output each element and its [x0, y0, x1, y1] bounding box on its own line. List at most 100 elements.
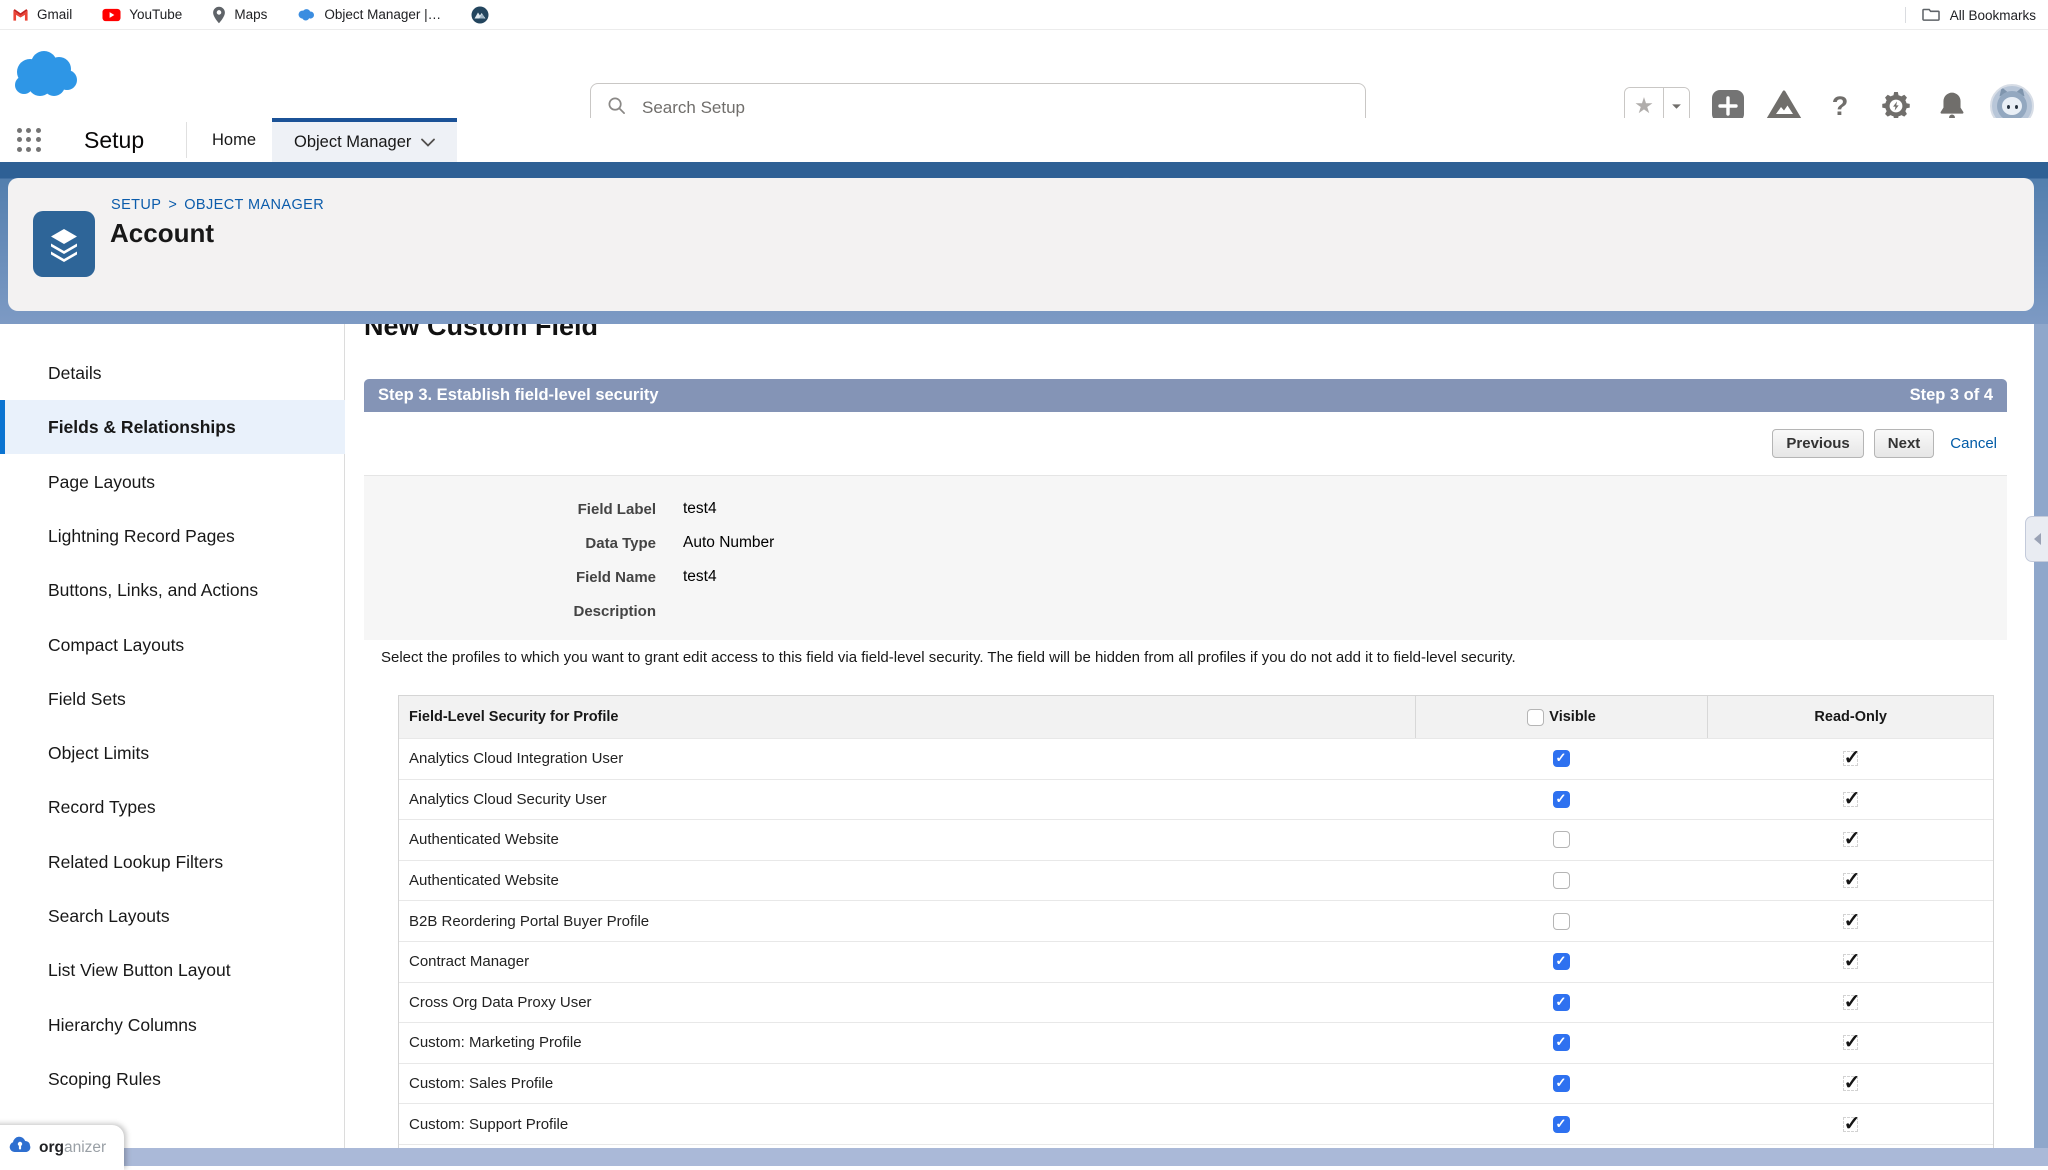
table-header-row: Field-Level Security for Profile Visible… [399, 696, 1993, 738]
bookmark-item[interactable]: Object Manager |… [297, 7, 441, 22]
visible-checkbox[interactable] [1553, 750, 1570, 767]
visible-select-all-checkbox[interactable] [1527, 709, 1544, 726]
table-row: Custom: Sales Profile [399, 1063, 1993, 1104]
bookmarks-divider [1905, 7, 1906, 23]
profile-name-cell: Analytics Cloud Security User [399, 791, 1415, 808]
sidebar-item-fields-relationships[interactable]: Fields & Relationships [0, 400, 345, 454]
visible-checkbox[interactable] [1553, 1075, 1570, 1092]
bookmark-item[interactable]: Maps [212, 6, 267, 24]
wizard-step-header: Step 3. Establish field-level security S… [364, 379, 2007, 412]
collapse-panel-handle[interactable] [2025, 516, 2048, 562]
table-row: Analytics Cloud Security User [399, 779, 1993, 820]
visible-cell [1415, 913, 1708, 930]
visible-column-header: Visible [1415, 696, 1708, 738]
maps-icon [212, 6, 226, 24]
cancel-link[interactable]: Cancel [1950, 435, 1997, 452]
readonly-cell [1707, 954, 1993, 969]
field-summary-value: Auto Number [683, 534, 774, 552]
profile-name-cell: Custom: Marketing Profile [399, 1034, 1415, 1051]
sidebar-item-list-view-button-layout[interactable]: List View Button Layout [0, 943, 345, 997]
sidebar-item-related-lookup-filters[interactable]: Related Lookup Filters [0, 835, 345, 889]
breadcrumb-setup-link[interactable]: SETUP [111, 197, 161, 213]
object-sidebar: DetailsFields & RelationshipsPage Layout… [0, 324, 345, 1166]
previous-button[interactable]: Previous [1772, 429, 1863, 458]
field-summary: Field Labeltest4 Data Type Auto Number Fiel… [364, 476, 2007, 640]
visible-cell [1415, 994, 1708, 1011]
salesforce-cloud-favicon [297, 8, 316, 22]
search-input[interactable] [640, 97, 1349, 119]
all-bookmarks-button[interactable]: All Bookmarks [1950, 8, 2036, 23]
youtube-icon [102, 8, 121, 22]
visible-checkbox[interactable] [1553, 994, 1570, 1011]
sidebar-item-field-sets[interactable]: Field Sets [0, 672, 345, 726]
bookmark-item[interactable] [471, 6, 489, 24]
readonly-check-icon [1843, 1035, 1858, 1050]
visible-checkbox[interactable] [1553, 1034, 1570, 1051]
field-summary-label: Field Name [364, 569, 656, 586]
tab-home-label: Home [212, 131, 256, 150]
field-summary-label: Description [364, 603, 656, 620]
visible-cell [1415, 1034, 1708, 1051]
table-row: Contract Manager [399, 941, 1993, 982]
field-summary-row: Field Labeltest4 [364, 492, 2007, 526]
instruction-text: Select the profiles to which you want to… [381, 649, 1516, 666]
tab-object-manager[interactable]: Object Manager [272, 118, 457, 162]
visible-checkbox[interactable] [1553, 953, 1570, 970]
collapse-left-arrow-icon [2032, 532, 2043, 546]
sidebar-item-object-limits[interactable]: Object Limits [0, 726, 345, 780]
readonly-check-icon [1843, 751, 1858, 766]
visible-checkbox[interactable] [1553, 1116, 1570, 1133]
bookmark-item[interactable]: YouTube [102, 7, 182, 22]
next-button[interactable]: Next [1874, 429, 1935, 458]
readonly-cell [1707, 832, 1993, 847]
new-custom-field-heading: New Custom Field [364, 324, 598, 342]
visible-checkbox[interactable] [1553, 872, 1570, 889]
breadcrumb-separator: > [168, 197, 177, 213]
readonly-check-icon [1843, 873, 1858, 888]
app-launcher-icon[interactable] [16, 127, 42, 153]
main-content: New Custom Field Step 3. Establish field… [346, 324, 2034, 1166]
sidebar-item-lightning-record-pages[interactable]: Lightning Record Pages [0, 509, 345, 563]
sidebar-item-details[interactable]: Details [0, 346, 345, 400]
salesforce-logo[interactable] [10, 48, 88, 109]
tab-object-manager-label: Object Manager [294, 133, 411, 152]
visible-checkbox[interactable] [1553, 791, 1570, 808]
field-summary-row: Data Type Auto Number [364, 526, 2007, 560]
step-indicator: Step 3 of 4 [1910, 386, 1993, 405]
field-summary-label: Data Type [364, 535, 656, 552]
visible-checkbox[interactable] [1553, 913, 1570, 930]
bookmark-label: Object Manager |… [324, 7, 441, 22]
browser-bookmarks-bar: Gmail YouTube Maps Object Manager |… All Bo… [0, 0, 2048, 30]
tab-divider [186, 122, 187, 158]
readonly-cell [1707, 792, 1993, 807]
field-level-security-table: Field-Level Security for Profile Visible… [398, 695, 1994, 1166]
bookmark-label: YouTube [129, 7, 182, 22]
tab-home[interactable]: Home [190, 118, 278, 162]
breadcrumb-object-manager-link[interactable]: OBJECT MANAGER [184, 197, 324, 213]
sidebar-item-buttons-links-and-actions[interactable]: Buttons, Links, and Actions [0, 563, 345, 617]
breadcrumb: SETUP > OBJECT MANAGER [111, 197, 324, 213]
sidebar-item-record-types[interactable]: Record Types [0, 780, 345, 834]
chevron-down-icon[interactable] [421, 138, 435, 147]
readonly-check-icon [1843, 914, 1858, 929]
readonly-cell [1707, 995, 1993, 1010]
bookmark-item[interactable]: Gmail [12, 7, 72, 22]
table-row: B2B Reordering Portal Buyer Profile [399, 900, 1993, 941]
sidebar-item-page-layouts[interactable]: Page Layouts [0, 455, 345, 509]
organizer-extension-popup[interactable]: organizer [0, 1125, 124, 1170]
bookmark-label: Gmail [37, 7, 72, 22]
readonly-cell [1707, 914, 1993, 929]
visible-cell [1415, 1075, 1708, 1092]
visible-cell [1415, 791, 1708, 808]
profile-name-cell: Cross Org Data Proxy User [399, 994, 1415, 1011]
sidebar-item-hierarchy-columns[interactable]: Hierarchy Columns [0, 998, 345, 1052]
sidebar-item-scoping-rules[interactable]: Scoping Rules [0, 1052, 345, 1106]
readonly-cell [1707, 1076, 1993, 1091]
visible-checkbox[interactable] [1553, 831, 1570, 848]
table-row: Authenticated Website [399, 860, 1993, 901]
profile-name-cell: Custom: Support Profile [399, 1116, 1415, 1133]
sidebar-item-compact-layouts[interactable]: Compact Layouts [0, 618, 345, 672]
sidebar-item-search-layouts[interactable]: Search Layouts [0, 889, 345, 943]
readonly-column-header: Read-Only [1707, 696, 1993, 738]
bookmark-label: Maps [234, 7, 267, 22]
